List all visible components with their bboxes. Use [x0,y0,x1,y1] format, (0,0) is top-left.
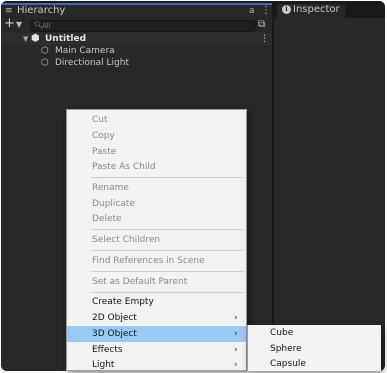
submenu-item-label: Capsule [270,359,306,369]
submenu-item-cube[interactable]: Cube [248,325,381,341]
scene-name: Untitled [45,34,87,44]
menu-item-set-default-parent[interactable]: Set as Default Parent [67,274,246,290]
chevron-right-icon: › [234,329,238,339]
menu-item-rename[interactable]: Rename [67,180,246,196]
tab-hierarchy-label: Hierarchy [17,5,66,16]
tab-inspector-label: Inspector [293,4,340,15]
menu-item-label: Effects [92,345,123,355]
menu-item-label: Select Children [92,235,161,245]
info-icon: i [282,5,291,14]
submenu-item-label: Cube [270,328,294,338]
tab-hierarchy[interactable]: ≡ Hierarchy a ⋮ [2,3,272,18]
cube-icon: ⬡ [41,58,49,68]
menu-item-label: Duplicate [92,199,135,209]
scene-view-icon[interactable]: ⧉ [258,19,265,31]
submenu-item-capsule[interactable]: Capsule [248,356,381,372]
context-menu: Cut Copy Paste Paste As Child Rename Dup… [66,109,247,371]
menu-item-label: Light [92,360,115,370]
chevron-right-icon: › [234,345,238,355]
hierarchy-tab-bar: ≡ Hierarchy a ⋮ [1,1,272,18]
menu-item-find-references[interactable]: Find References in Scene [67,253,246,269]
menu-item-light[interactable]: Light › [67,357,246,373]
menu-item-effects[interactable]: Effects › [67,342,246,358]
scene-row[interactable]: ▼ ⬢ Untitled ⋮ [1,33,272,45]
hierarchy-item-label: Directional Light [55,58,129,68]
tab-inspector[interactable]: i Inspector [277,4,345,18]
menu-divider [91,250,244,251]
hierarchy-item-label: Main Camera [55,46,115,56]
menu-item-label: Paste [92,147,117,157]
menu-item-label: Find References in Scene [92,256,205,266]
menu-item-3d-object[interactable]: 3D Object › [67,326,246,342]
menu-item-paste[interactable]: Paste [67,144,246,160]
menu-divider [91,229,244,230]
menu-divider [91,292,244,293]
menu-item-label: Rename [92,183,129,193]
menu-item-label: 2D Object [92,313,137,323]
kebab-menu-icon[interactable]: ⋮ [261,5,271,17]
expand-arrow-icon[interactable]: ▼ [23,33,28,45]
search-input[interactable] [42,21,242,31]
cube-icon: ⬡ [41,46,49,56]
inspector-panel: i Inspector [274,1,385,371]
menu-item-label: 3D Object [92,329,137,339]
hierarchy-toolbar: + ▼ 🔍︎ ⧉ [1,17,272,32]
menu-item-label: Copy [92,131,115,141]
menu-item-label: Delete [92,214,122,224]
chevron-right-icon: › [234,313,238,323]
menu-item-create-empty[interactable]: Create Empty [67,294,246,310]
chevron-right-icon: › [234,360,238,370]
menu-item-select-children[interactable]: Select Children [67,232,246,248]
add-icon[interactable]: + [4,17,15,31]
menu-item-label: Set as Default Parent [92,277,188,287]
chevron-down-icon[interactable]: ▼ [16,19,22,31]
menu-item-duplicate[interactable]: Duplicate [67,196,246,212]
menu-item-cut[interactable]: Cut [67,112,246,128]
menu-item-label: Create Empty [92,297,154,307]
menu-item-delete[interactable]: Delete [67,211,246,227]
menu-item-2d-object[interactable]: 2D Object › [67,310,246,326]
menu-item-label: Cut [92,115,108,125]
menu-divider [91,177,244,178]
menu-item-copy[interactable]: Copy [67,128,246,144]
inspector-tab-bar: i Inspector [274,1,385,18]
submenu-item-sphere[interactable]: Sphere [248,341,381,357]
submenu-3d-object: Cube Sphere Capsule [247,325,381,371]
unity-scene-icon: ⬢ [31,33,40,44]
submenu-item-label: Sphere [270,344,302,354]
scene-menu-icon[interactable]: ⋮ [260,33,269,45]
menu-divider [91,271,244,272]
lock-icon[interactable]: a [249,5,255,17]
search-field[interactable]: 🔍︎ [30,20,256,32]
menu-item-label: Paste As Child [92,162,156,172]
menu-item-paste-as-child[interactable]: Paste As Child [67,159,246,175]
